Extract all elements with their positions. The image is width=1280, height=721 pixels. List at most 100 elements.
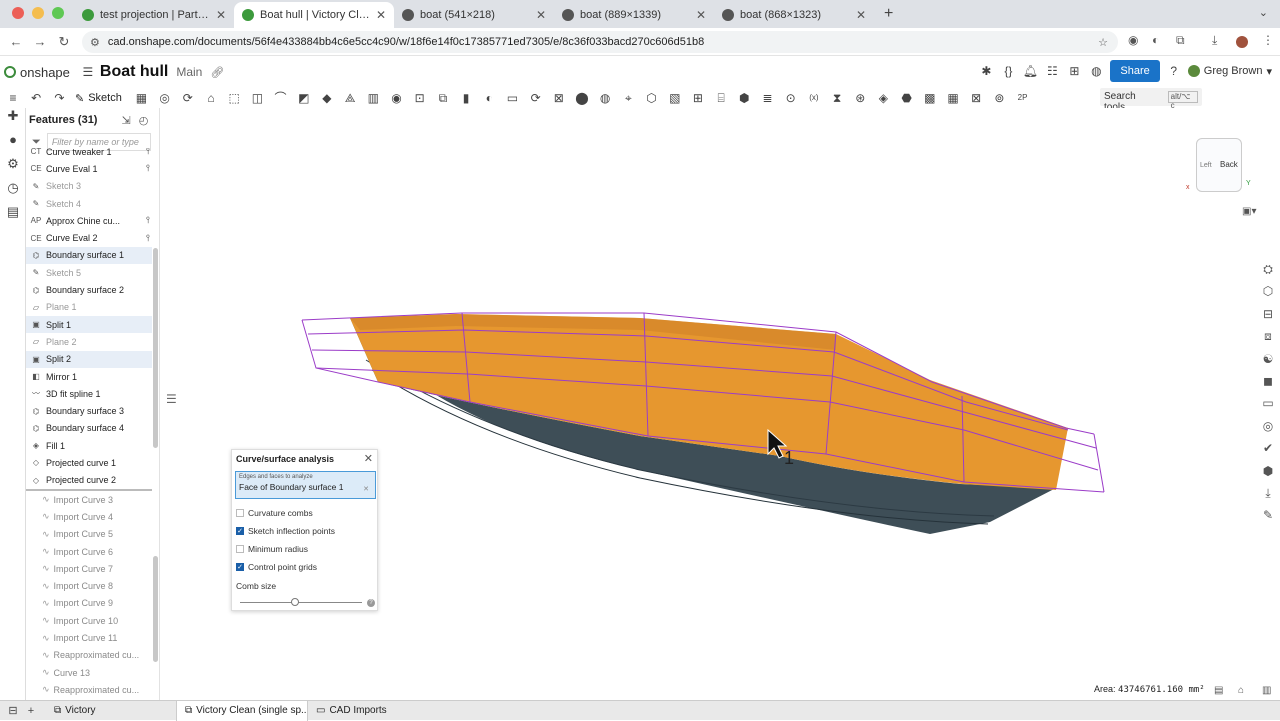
hamburger-menu-icon[interactable]: ☰ [80,64,96,80]
code-icon[interactable]: {} [1000,63,1016,79]
feature-item[interactable]: CE Curve Eval 1 ⫯ [26,160,152,177]
shell-icon[interactable]: ◆ [318,90,336,106]
pattern-icon[interactable]: ⬤ [573,90,591,106]
site-settings-icon[interactable]: ⚙ [90,36,100,49]
view-cube-face-left[interactable]: Left [1200,162,1212,169]
document-tab[interactable]: ⧉ Victory [46,701,176,721]
green-check-icon[interactable]: ✔ [1256,441,1280,463]
plane-icon[interactable]: ▭ [503,90,521,106]
point-icon[interactable]: ⊙ [782,90,800,106]
rolled-feature-item[interactable]: ∿ Import Curve 7 [26,560,152,577]
rolled-feature-item[interactable]: ∿ Reapproximated cu... [26,681,152,698]
close-tab-icon[interactable]: ✕ [856,8,866,22]
analysis-option[interactable]: ✓ Control point grids [236,562,317,572]
feature-item[interactable]: ▣ Split 1 [26,315,152,334]
measure-icon[interactable]: ⧗ [828,90,846,106]
branch-label[interactable]: Main [176,65,202,79]
circle-tool-icon[interactable]: ◎ [156,90,174,106]
checkbox[interactable]: ✓ [236,563,244,571]
mate-icon[interactable]: ⧈ [1256,329,1280,351]
remove-selection-icon[interactable]: ✕ [363,485,369,493]
transform-icon[interactable]: ◍ [596,90,614,106]
help-icon[interactable]: ? [1166,63,1182,79]
feature-item[interactable]: ⌬ Boundary surface 3 [26,402,152,419]
draft-icon[interactable]: ◩ [295,90,313,106]
browser-tab-2[interactable]: boat (541×218) ✕ [394,2,554,28]
render-mode-icon[interactable]: ▥ [1262,685,1271,696]
edges-faces-selection-field[interactable]: Edges and faces to analyze Face of Bound… [235,471,376,499]
helix-icon[interactable]: ⟳ [527,90,545,106]
comb-size-slider[interactable] [240,598,362,606]
graphics-area[interactable]: 1 [160,108,1256,700]
sketch-button[interactable]: ✎ Sketch [75,92,122,105]
mate-connector-icon[interactable]: ⬡ [643,90,661,106]
rolled-feature-item[interactable]: ∿ Reapproximated cu... [26,647,152,664]
rolled-feature-item[interactable]: ∿ Import Curve 8 [26,577,152,594]
close-tab-icon[interactable]: ✕ [696,8,706,22]
feature-item[interactable]: ✎ Sketch 5 [26,264,152,281]
learning-icon[interactable]: ◍ [1088,63,1104,79]
rolled-feature-item[interactable]: ∿ Import Curve 11 [26,629,152,646]
curve-eval-icon[interactable]: ⊚ [990,90,1008,106]
download-tool-icon[interactable]: ⤓ [1256,486,1280,508]
timer-icon[interactable]: ◴ [139,114,149,127]
onshape-feature-icon[interactable]: ▭ [1256,396,1280,418]
surface-icon[interactable]: ⬢ [735,90,753,106]
document-tab[interactable]: ⧉ Victory Clean (single sp... [176,700,308,721]
filter-icon[interactable]: ⏷ [32,136,41,149]
variables-icon[interactable]: ⚙ [0,156,26,180]
view-cube[interactable]: Back Left x Y ▣▾ [1172,122,1268,222]
close-icon[interactable]: ✕ [364,452,373,465]
feature-item[interactable]: ⌬ Boundary surface 4 [26,420,152,437]
document-title[interactable]: Boat hull [100,63,168,81]
boolean-icon[interactable]: ⬚ [225,90,243,106]
share-button[interactable]: Share [1110,60,1160,82]
feature-item[interactable]: 〰 3D fit spline 1 [26,385,152,402]
feature-item[interactable]: ◇ Projected curve 1 [26,454,152,471]
maximize-window-button[interactable] [52,7,64,19]
rolled-feature-item[interactable]: ∿ Import Curve 5 [26,526,152,543]
feature-item[interactable]: ◈ Fill 1 [26,437,152,454]
thicken-icon[interactable]: ⊡ [411,90,429,106]
feature-item[interactable]: ✎ Sketch 4 [26,195,152,212]
feature-item[interactable]: AP Approx Chine cu... ⫯ [26,212,152,229]
section-view-icon[interactable]: ⌂ [1238,685,1244,696]
history-icon[interactable]: ◷ [0,180,26,204]
bridging-curve-icon[interactable]: ⌸ [712,90,730,106]
apps-icon[interactable]: ⊞ [1066,63,1082,79]
fillet-icon[interactable]: ◫ [248,90,266,106]
search-tools-input[interactable]: Search tools... alt/⌥ c [1100,88,1202,113]
rotate-tool-icon[interactable]: ⟳ [179,90,197,106]
browser-tab-0[interactable]: test projection | Part Studio 1 ✕ [74,2,234,28]
parts-icon[interactable]: ▤ [0,204,26,228]
intersection-icon[interactable]: ⊠ [967,90,985,106]
link-icon[interactable]: 🔗︎ [210,66,224,79]
boat-hull-model[interactable]: 1 [160,108,1256,700]
feature-item[interactable]: ▣ Split 2 [26,350,152,368]
checkbox[interactable] [236,545,244,553]
display-mode-icon[interactable]: ▤ [1214,685,1223,696]
render-icon[interactable]: ☯ [1256,352,1280,374]
back-icon[interactable]: ← [4,34,28,49]
bug-icon[interactable]: ✱ [978,63,994,79]
feature-item[interactable]: CE Curve Eval 2 ⫯ [26,229,152,246]
comb-size-slider-handle[interactable] [290,598,299,606]
feature-pin-icon[interactable]: ⫯ [146,163,150,174]
reload-icon[interactable]: ↻ [52,34,76,50]
fit-spline-icon[interactable]: ⊞ [689,90,707,106]
feature-item[interactable]: ◇ Projected curve 2 [26,472,152,489]
target-icon[interactable]: ◎ [1256,419,1280,441]
browser-tab-1[interactable]: Boat hull | Victory Clean (sing ✕ [234,2,394,28]
split-icon[interactable]: ◈ [874,90,892,106]
feature-item[interactable]: ▱ Plane 1 [26,299,152,316]
minimize-window-button[interactable] [32,7,44,19]
configurations-icon[interactable]: ⊟ [1256,307,1280,329]
rolled-feature-item[interactable]: ∿ Import Curve 6 [26,543,152,560]
analysis-icon[interactable]: ⊛ [851,90,869,106]
document-tab[interactable]: ▭ CAD Imports [308,701,418,721]
view-cube-face-back[interactable]: Back [1220,160,1238,169]
view-options-icon[interactable]: ▣▾ [1242,206,1256,217]
variable-icon[interactable]: (x) [805,90,823,106]
two-planes-icon[interactable]: 2P [1014,90,1032,106]
help-icon-dialog[interactable]: ? [367,599,375,607]
